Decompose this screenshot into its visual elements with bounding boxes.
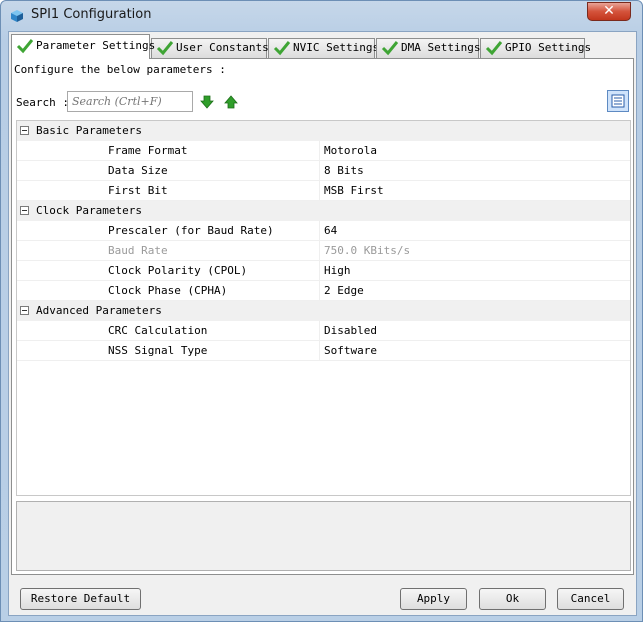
- tab-label: Parameter Settings: [36, 39, 156, 52]
- param-value[interactable]: MSB First: [324, 184, 384, 197]
- param-row[interactable]: NSS Signal Type Software: [17, 341, 630, 361]
- param-value[interactable]: Disabled: [324, 324, 377, 337]
- param-name: NSS Signal Type: [108, 344, 208, 357]
- tab-label: User Constants: [176, 41, 269, 54]
- group-label: Basic Parameters: [36, 124, 142, 137]
- param-name: Data Size: [108, 164, 168, 177]
- column-divider: [319, 281, 320, 301]
- close-button[interactable]: ✕: [587, 2, 631, 21]
- list-view-toggle-button[interactable]: [607, 90, 629, 112]
- column-divider: [319, 141, 320, 161]
- title-bar[interactable]: SPI1 Configuration ✕: [1, 1, 642, 31]
- column-divider: [319, 261, 320, 281]
- ok-button[interactable]: Ok: [479, 588, 546, 610]
- arrow-up-icon[interactable]: [224, 95, 238, 109]
- app-cube-icon: [11, 10, 23, 22]
- tab-label: GPIO Settings: [505, 41, 592, 54]
- tab-user-constants[interactable]: User Constants: [151, 38, 269, 58]
- param-value[interactable]: 2 Edge: [324, 284, 364, 297]
- column-divider: [319, 181, 320, 201]
- column-divider: [319, 161, 320, 181]
- check-icon: [273, 41, 291, 56]
- param-row[interactable]: Frame Format Motorola: [17, 141, 630, 161]
- param-value[interactable]: 8 Bits: [324, 164, 364, 177]
- param-name: CRC Calculation: [108, 324, 208, 337]
- group-label: Advanced Parameters: [36, 304, 162, 317]
- group-row-clock[interactable]: Clock Parameters: [17, 201, 630, 221]
- param-row: Baud Rate 750.0 KBits/s: [17, 241, 630, 261]
- group-row-advanced[interactable]: Advanced Parameters: [17, 301, 630, 321]
- arrow-down-icon[interactable]: [200, 95, 214, 109]
- restore-default-button[interactable]: Restore Default: [20, 588, 141, 610]
- tab-gpio-settings[interactable]: GPIO Settings: [480, 38, 591, 58]
- parameter-settings-panel: Configure the below parameters : Search …: [11, 58, 634, 575]
- param-row[interactable]: Prescaler (for Baud Rate) 64: [17, 221, 630, 241]
- tab-dma-settings[interactable]: DMA Settings: [376, 38, 481, 58]
- description-box: [16, 501, 631, 571]
- search-label: Search :: [16, 96, 69, 109]
- check-icon: [16, 39, 34, 54]
- check-icon: [381, 41, 399, 56]
- param-row[interactable]: Clock Phase (CPHA) 2 Edge: [17, 281, 630, 301]
- instruction-text: Configure the below parameters :: [14, 63, 226, 76]
- param-row[interactable]: Data Size 8 Bits: [17, 161, 630, 181]
- param-name: Frame Format: [108, 144, 188, 157]
- client-area: Parameter Settings User Constants NVIC S…: [8, 31, 637, 616]
- param-name: Clock Phase (CPHA): [108, 284, 228, 297]
- cancel-button[interactable]: Cancel: [557, 588, 624, 610]
- column-divider: [319, 241, 320, 261]
- column-divider: [319, 341, 320, 361]
- param-name: First Bit: [108, 184, 168, 197]
- param-value[interactable]: High: [324, 264, 351, 277]
- param-value[interactable]: Motorola: [324, 144, 377, 157]
- apply-button[interactable]: Apply: [400, 588, 467, 610]
- group-row-basic[interactable]: Basic Parameters: [17, 121, 630, 141]
- collapse-icon[interactable]: [20, 126, 29, 135]
- param-name: Prescaler (for Baud Rate): [108, 224, 274, 237]
- search-input[interactable]: [67, 91, 193, 112]
- column-divider: [319, 221, 320, 241]
- param-row[interactable]: CRC Calculation Disabled: [17, 321, 630, 341]
- list-view-icon: [611, 94, 625, 108]
- param-row[interactable]: Clock Polarity (CPOL) High: [17, 261, 630, 281]
- param-name: Clock Polarity (CPOL): [108, 264, 248, 277]
- tab-strip: Parameter Settings User Constants NVIC S…: [11, 34, 631, 59]
- param-row[interactable]: First Bit MSB First: [17, 181, 630, 201]
- group-label: Clock Parameters: [36, 204, 142, 217]
- param-value[interactable]: Software: [324, 344, 377, 357]
- tab-label: DMA Settings: [401, 41, 481, 54]
- check-icon: [485, 41, 503, 56]
- column-divider: [319, 321, 320, 341]
- tab-label: NVIC Settings: [293, 41, 380, 54]
- collapse-icon[interactable]: [20, 206, 29, 215]
- check-icon: [156, 41, 174, 56]
- param-value[interactable]: 64: [324, 224, 337, 237]
- parameter-grid: Basic Parameters Frame Format Motorola D…: [16, 120, 631, 496]
- param-name: Baud Rate: [108, 244, 168, 257]
- tab-nvic-settings[interactable]: NVIC Settings: [268, 38, 379, 58]
- window-title: SPI1 Configuration: [31, 7, 152, 22]
- dialog-window: SPI1 Configuration ✕ Parameter Settings …: [0, 0, 643, 622]
- collapse-icon[interactable]: [20, 306, 29, 315]
- tab-parameter-settings[interactable]: Parameter Settings: [11, 34, 155, 59]
- param-value: 750.0 KBits/s: [324, 244, 411, 257]
